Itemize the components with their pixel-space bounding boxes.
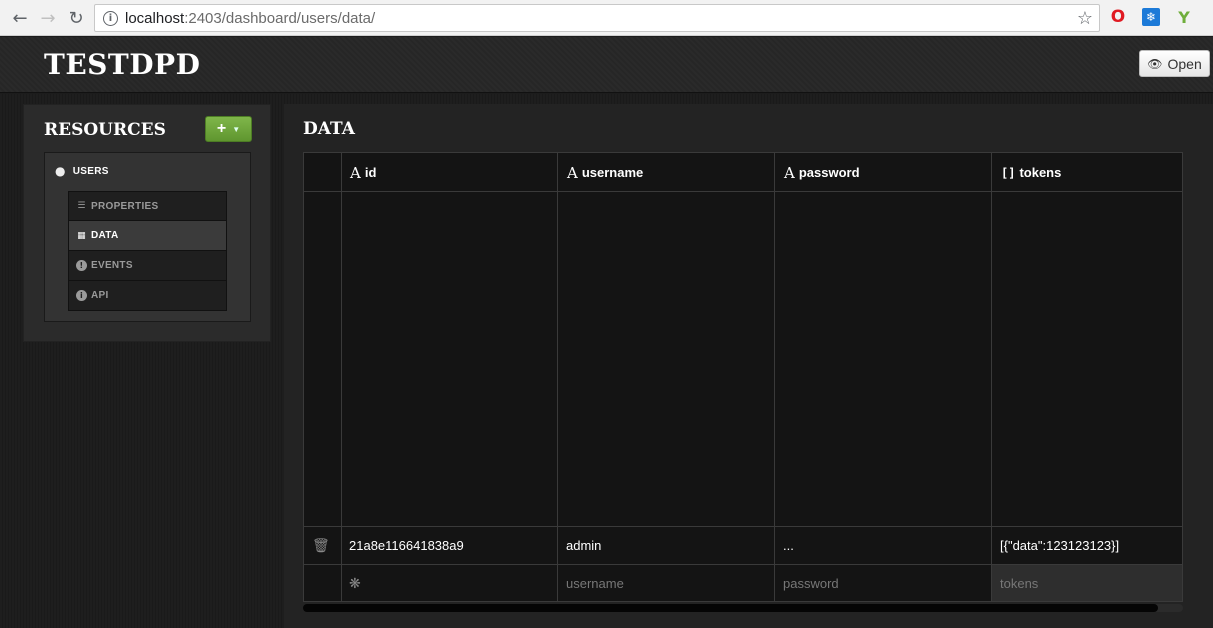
column-header-label: id [364,165,377,180]
reload-icon[interactable]: ↻ [64,6,88,30]
user-icon: ● [55,164,66,178]
back-icon[interactable]: ← [8,6,32,30]
app-header: TESTDPD 👁 Open [0,37,1213,93]
data-grid: A id A username A password [] tokens 🗑 2… [303,152,1183,602]
row-divider [304,564,1182,565]
column-header-id[interactable]: A id [350,153,376,192]
exclamation-icon: ! [76,260,87,271]
site-info-icon[interactable]: i [103,10,118,26]
resources-panel: RESOURCES + ▼ ● USERS ☰ PROPERTIES ▦ DAT… [23,104,271,342]
string-type-icon: A [567,163,578,182]
resource-tree: ● USERS ☰ PROPERTIES ▦ DATA ! EVENTS i A… [44,152,251,322]
horizontal-scrollbar[interactable] [303,604,1158,612]
asterisk-icon: ❋ [349,575,361,592]
column-header-username[interactable]: A username [567,153,643,192]
resource-sub-list: ☰ PROPERTIES ▦ DATA ! EVENTS i API [68,191,227,311]
info-icon: i [76,290,87,301]
table-icon: ▦ [77,230,86,241]
leaf-extension-icon[interactable]: Y [1175,8,1193,27]
array-type-icon: [] [1001,165,1016,180]
sidebar-item-label: DATA [91,230,119,241]
forward-icon[interactable]: → [36,6,60,30]
eye-icon: 👁 [1147,56,1163,71]
delete-row-button[interactable]: 🗑 [312,527,330,564]
add-resource-button[interactable]: + ▼ [205,116,252,142]
open-button[interactable]: 👁 Open [1139,50,1210,77]
column-header-tokens[interactable]: [] tokens [1001,153,1061,192]
column-header-password[interactable]: A password [784,153,860,192]
column-header-label: password [798,165,860,180]
url-text[interactable]: localhost:2403/dashboard/users/data/ [125,10,375,27]
data-panel: DATA A id A username A password [] token… [284,104,1213,628]
string-type-icon: A [350,163,361,182]
sidebar-item-label: PROPERTIES [91,200,159,212]
plus-icon: + [216,120,227,137]
sidebar-item-label: API [91,290,109,301]
caret-down-icon: ▼ [232,124,241,134]
resources-title: RESOURCES [44,120,166,140]
browser-toolbar: ← → ↻ i localhost:2403/dashboard/users/d… [0,0,1213,36]
cell-tokens[interactable]: [{"data":123123123}] [1000,527,1119,564]
new-row-id: ❋ [349,565,361,601]
column-divider [341,153,342,601]
trash-icon: 🗑 [312,537,330,554]
column-header-label: tokens [1019,165,1062,180]
snowflake-extension-icon[interactable]: ❄ [1142,8,1160,26]
sidebar-item-label: EVENTS [91,260,133,271]
string-type-icon: A [784,163,795,182]
opera-extension-icon[interactable]: O [1109,7,1127,27]
sidebar-item-data[interactable]: ▦ DATA [68,221,227,251]
column-header-label: username [581,165,644,180]
new-username-input[interactable]: username [566,565,624,601]
sidebar-item-properties[interactable]: ☰ PROPERTIES [68,191,227,221]
column-divider [774,153,775,601]
resource-users-label: USERS [72,165,109,177]
bookmark-star-icon[interactable]: ☆ [1077,8,1093,29]
new-tokens-input[interactable]: tokens [1000,565,1038,601]
open-button-label: Open [1167,55,1202,72]
new-password-input[interactable]: password [783,565,839,601]
cell-id[interactable]: 21a8e116641838a9 [349,527,464,564]
column-divider [557,153,558,601]
address-bar[interactable]: i localhost:2403/dashboard/users/data/ ☆ [94,4,1100,32]
sidebar-item-api[interactable]: i API [68,281,227,311]
column-divider [991,153,992,601]
app-title: TESTDPD [44,48,201,81]
list-icon: ☰ [77,201,86,211]
vertical-scrollbar[interactable] [1182,153,1183,602]
cell-username[interactable]: admin [566,527,601,564]
resource-users[interactable]: ● USERS [55,164,109,178]
data-title: DATA [303,119,355,139]
cell-password[interactable]: ... [783,527,794,564]
sidebar-item-events[interactable]: ! EVENTS [68,251,227,281]
